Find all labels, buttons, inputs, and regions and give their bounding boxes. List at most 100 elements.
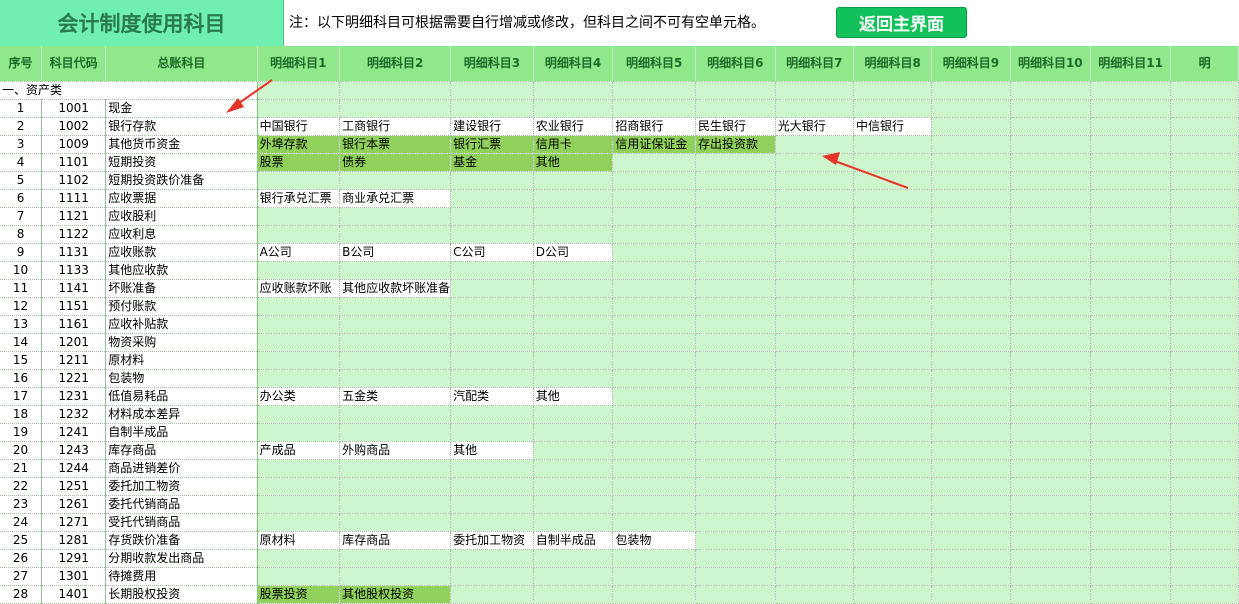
detail-cell[interactable] bbox=[775, 567, 855, 586]
detail-cell[interactable] bbox=[612, 441, 696, 460]
detail-cell[interactable] bbox=[1010, 351, 1091, 370]
detail-cell[interactable] bbox=[853, 513, 933, 532]
detail-cell[interactable] bbox=[853, 441, 933, 460]
account-code[interactable]: 1102 bbox=[41, 171, 107, 190]
detail-cell[interactable] bbox=[1170, 513, 1239, 532]
detail-cell[interactable] bbox=[853, 405, 933, 424]
detail-cell[interactable] bbox=[931, 477, 1011, 496]
row-seq[interactable]: 20 bbox=[0, 441, 43, 460]
detail-cell[interactable] bbox=[450, 495, 534, 514]
detail-cell[interactable] bbox=[1170, 207, 1239, 226]
detail-cell[interactable]: 信用卡 bbox=[533, 135, 614, 154]
detail-cell[interactable] bbox=[775, 243, 855, 262]
detail-cell[interactable]: C公司 bbox=[450, 243, 534, 262]
detail-cell[interactable] bbox=[612, 405, 696, 424]
detail-cell[interactable] bbox=[533, 477, 614, 496]
account-code[interactable]: 1301 bbox=[41, 567, 107, 586]
account-code[interactable]: 1151 bbox=[41, 297, 107, 316]
detail-cell[interactable] bbox=[257, 567, 341, 586]
detail-cell[interactable] bbox=[853, 81, 933, 100]
account-name[interactable]: 包装物 bbox=[105, 369, 258, 388]
detail-cell[interactable] bbox=[257, 261, 341, 280]
detail-cell[interactable] bbox=[450, 315, 534, 334]
detail-cell[interactable] bbox=[1090, 405, 1172, 424]
detail-cell[interactable] bbox=[1170, 477, 1239, 496]
detail-cell[interactable]: 其他股权投资 bbox=[339, 585, 452, 604]
detail-cell[interactable] bbox=[853, 351, 933, 370]
detail-cell[interactable] bbox=[695, 477, 776, 496]
row-seq[interactable]: 21 bbox=[0, 459, 43, 478]
detail-cell[interactable] bbox=[775, 405, 855, 424]
detail-cell[interactable] bbox=[853, 171, 933, 190]
detail-cell[interactable]: A公司 bbox=[257, 243, 341, 262]
detail-cell[interactable]: 建设银行 bbox=[450, 117, 534, 136]
detail-cell[interactable] bbox=[612, 459, 696, 478]
detail-cell[interactable] bbox=[1010, 477, 1091, 496]
detail-cell[interactable] bbox=[533, 441, 614, 460]
row-seq[interactable]: 22 bbox=[0, 477, 43, 496]
detail-cell[interactable] bbox=[695, 261, 776, 280]
detail-cell[interactable] bbox=[853, 225, 933, 244]
detail-cell[interactable]: 光大银行 bbox=[775, 117, 855, 136]
row-seq[interactable]: 25 bbox=[0, 531, 43, 550]
detail-cell[interactable] bbox=[450, 333, 534, 352]
detail-cell[interactable] bbox=[1170, 351, 1239, 370]
detail-cell[interactable] bbox=[1170, 189, 1239, 208]
detail-cell[interactable] bbox=[339, 477, 452, 496]
detail-cell[interactable] bbox=[1010, 567, 1091, 586]
detail-cell[interactable] bbox=[775, 297, 855, 316]
detail-cell[interactable] bbox=[533, 279, 614, 298]
detail-cell[interactable] bbox=[695, 333, 776, 352]
detail-cell[interactable]: 民生银行 bbox=[695, 117, 776, 136]
detail-cell[interactable] bbox=[931, 405, 1011, 424]
account-code[interactable]: 1201 bbox=[41, 333, 107, 352]
detail-cell[interactable] bbox=[1170, 243, 1239, 262]
detail-cell[interactable] bbox=[533, 549, 614, 568]
detail-cell[interactable] bbox=[339, 567, 452, 586]
detail-cell[interactable] bbox=[853, 153, 933, 172]
detail-cell[interactable] bbox=[1010, 171, 1091, 190]
row-seq[interactable]: 4 bbox=[0, 153, 43, 172]
detail-cell[interactable] bbox=[257, 351, 341, 370]
detail-cell[interactable]: 信用证保证金 bbox=[612, 135, 696, 154]
detail-cell[interactable] bbox=[612, 369, 696, 388]
detail-cell[interactable] bbox=[533, 99, 614, 118]
detail-cell[interactable] bbox=[1090, 189, 1172, 208]
account-name[interactable]: 库存商品 bbox=[105, 441, 258, 460]
detail-cell[interactable] bbox=[695, 351, 776, 370]
detail-cell[interactable]: 办公类 bbox=[257, 387, 341, 406]
detail-cell[interactable] bbox=[1010, 549, 1091, 568]
detail-cell[interactable] bbox=[257, 549, 341, 568]
detail-cell[interactable] bbox=[775, 423, 855, 442]
row-seq[interactable]: 10 bbox=[0, 261, 43, 280]
detail-cell[interactable] bbox=[1090, 477, 1172, 496]
account-name[interactable]: 应收利息 bbox=[105, 225, 258, 244]
detail-cell[interactable] bbox=[339, 423, 452, 442]
detail-cell[interactable] bbox=[775, 495, 855, 514]
detail-cell[interactable] bbox=[695, 99, 776, 118]
detail-cell[interactable] bbox=[450, 405, 534, 424]
detail-cell[interactable] bbox=[450, 261, 534, 280]
detail-cell[interactable] bbox=[1090, 171, 1172, 190]
detail-cell[interactable] bbox=[931, 279, 1011, 298]
detail-cell[interactable] bbox=[931, 81, 1011, 100]
account-code[interactable]: 1244 bbox=[41, 459, 107, 478]
account-code[interactable]: 1133 bbox=[41, 261, 107, 280]
account-code[interactable]: 1271 bbox=[41, 513, 107, 532]
detail-cell[interactable] bbox=[853, 387, 933, 406]
account-code[interactable]: 1101 bbox=[41, 153, 107, 172]
detail-cell[interactable] bbox=[931, 513, 1011, 532]
detail-cell[interactable] bbox=[775, 531, 855, 550]
detail-cell[interactable] bbox=[931, 297, 1011, 316]
detail-cell[interactable] bbox=[1170, 441, 1239, 460]
detail-cell[interactable]: 产成品 bbox=[257, 441, 341, 460]
detail-cell[interactable] bbox=[612, 513, 696, 532]
detail-cell[interactable] bbox=[612, 207, 696, 226]
detail-cell[interactable] bbox=[931, 441, 1011, 460]
detail-cell[interactable] bbox=[339, 171, 452, 190]
detail-cell[interactable] bbox=[853, 549, 933, 568]
detail-cell[interactable] bbox=[695, 207, 776, 226]
detail-cell[interactable] bbox=[1010, 459, 1091, 478]
detail-cell[interactable]: 委托加工物资 bbox=[450, 531, 534, 550]
detail-cell[interactable] bbox=[257, 495, 341, 514]
